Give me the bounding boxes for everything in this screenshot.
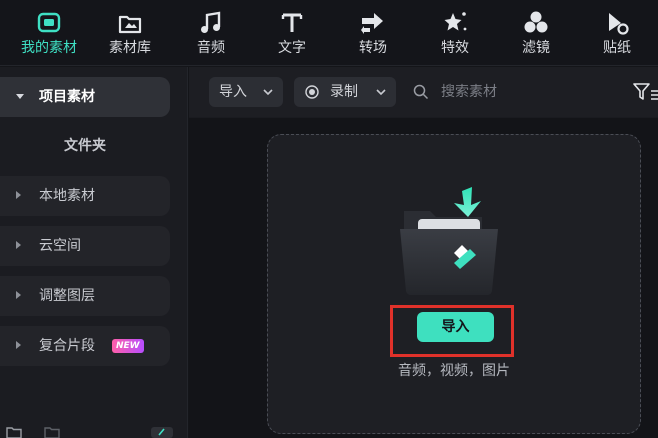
text-icon <box>281 13 303 32</box>
import-dropdown-label: 导入 <box>219 84 247 100</box>
collapse-icon[interactable] <box>151 427 173 438</box>
app-window: 我的素材 素材库 音频 文字 转场 特效 滤镜 贴纸 项目素材 文件夹 本地素材… <box>0 0 658 438</box>
filter-circles-icon <box>524 11 548 33</box>
tab-label: 素材库 <box>109 40 151 56</box>
sparkle-effects-icon <box>444 12 467 31</box>
sidebar-item-local-media[interactable]: 本地素材 <box>0 176 170 216</box>
stock-library-icon <box>118 15 142 34</box>
tab-my-media[interactable]: 我的素材 <box>14 0 84 66</box>
new-folder-icon[interactable] <box>6 427 22 438</box>
tab-stickers[interactable]: 贴纸 <box>582 0 652 66</box>
sidebar: 项目素材 文件夹 本地素材 云空间 调整图层 复合片段 NEW <box>0 67 188 438</box>
caret-right-icon <box>16 241 21 249</box>
tab-text[interactable]: 文字 <box>257 0 327 66</box>
media-content: 导入 音频，视频，图片 <box>189 118 658 438</box>
tab-transitions[interactable]: 转场 <box>338 0 408 66</box>
sidebar-item-project-media[interactable]: 项目素材 <box>0 77 170 117</box>
import-dropdown[interactable]: 导入 <box>209 77 283 107</box>
tab-audio[interactable]: 音频 <box>176 0 246 66</box>
sticker-icon <box>609 13 629 35</box>
tab-label: 音频 <box>197 40 225 56</box>
transition-icon <box>361 13 383 34</box>
import-folder-illustration <box>400 187 498 295</box>
tab-label: 我的素材 <box>21 40 77 56</box>
top-toolbar: 我的素材 素材库 音频 文字 转场 特效 滤镜 贴纸 <box>0 0 658 66</box>
filter-icon[interactable] <box>633 82 658 102</box>
sidebar-item-label: 调整图层 <box>39 288 95 304</box>
caret-right-icon <box>16 341 21 349</box>
record-icon <box>305 85 319 99</box>
chevron-down-icon <box>376 89 386 96</box>
tab-label: 贴纸 <box>603 40 631 56</box>
record-dropdown[interactable]: 录制 <box>294 77 396 107</box>
sidebar-item-label: 复合片段 <box>39 338 95 354</box>
tab-label: 转场 <box>359 40 387 56</box>
record-dropdown-label: 录制 <box>330 84 358 100</box>
import-dropzone[interactable]: 导入 音频，视频，图片 <box>267 134 641 434</box>
sidebar-item-label: 项目素材 <box>39 89 95 105</box>
caret-right-icon <box>16 191 21 199</box>
sidebar-item-adjustment-layer[interactable]: 调整图层 <box>0 276 170 316</box>
folder-icon[interactable] <box>44 427 60 438</box>
media-panel: 导入 录制 搜索素材 导入 音频，视频，图片 <box>189 67 658 438</box>
music-note-icon <box>201 11 221 33</box>
sidebar-item-compound-clip[interactable]: 复合片段 NEW <box>0 326 170 366</box>
sidebar-item-folder[interactable]: 文件夹 <box>0 128 170 164</box>
caret-right-icon <box>16 291 21 299</box>
sidebar-item-label: 本地素材 <box>39 188 95 204</box>
search-icon <box>413 84 429 100</box>
import-button[interactable]: 导入 <box>417 312 494 342</box>
sidebar-item-label: 云空间 <box>39 238 81 254</box>
search-input[interactable] <box>441 82 616 102</box>
search-box[interactable] <box>411 77 621 107</box>
chevron-down-icon <box>263 89 273 96</box>
tab-label: 文字 <box>278 40 306 56</box>
sidebar-item-cloud[interactable]: 云空间 <box>0 226 170 266</box>
tab-effects[interactable]: 特效 <box>420 0 490 66</box>
media-icon <box>37 12 61 33</box>
tab-label: 特效 <box>441 40 469 56</box>
sidebar-footer <box>0 425 188 438</box>
new-badge: NEW <box>112 339 144 353</box>
tab-filters[interactable]: 滤镜 <box>501 0 571 66</box>
import-hint-text: 音频，视频，图片 <box>398 363 510 379</box>
tab-label: 滤镜 <box>522 40 550 56</box>
filter-bar: 导入 录制 <box>189 67 658 117</box>
caret-down-icon <box>16 94 24 99</box>
tab-stock-library[interactable]: 素材库 <box>95 0 165 66</box>
